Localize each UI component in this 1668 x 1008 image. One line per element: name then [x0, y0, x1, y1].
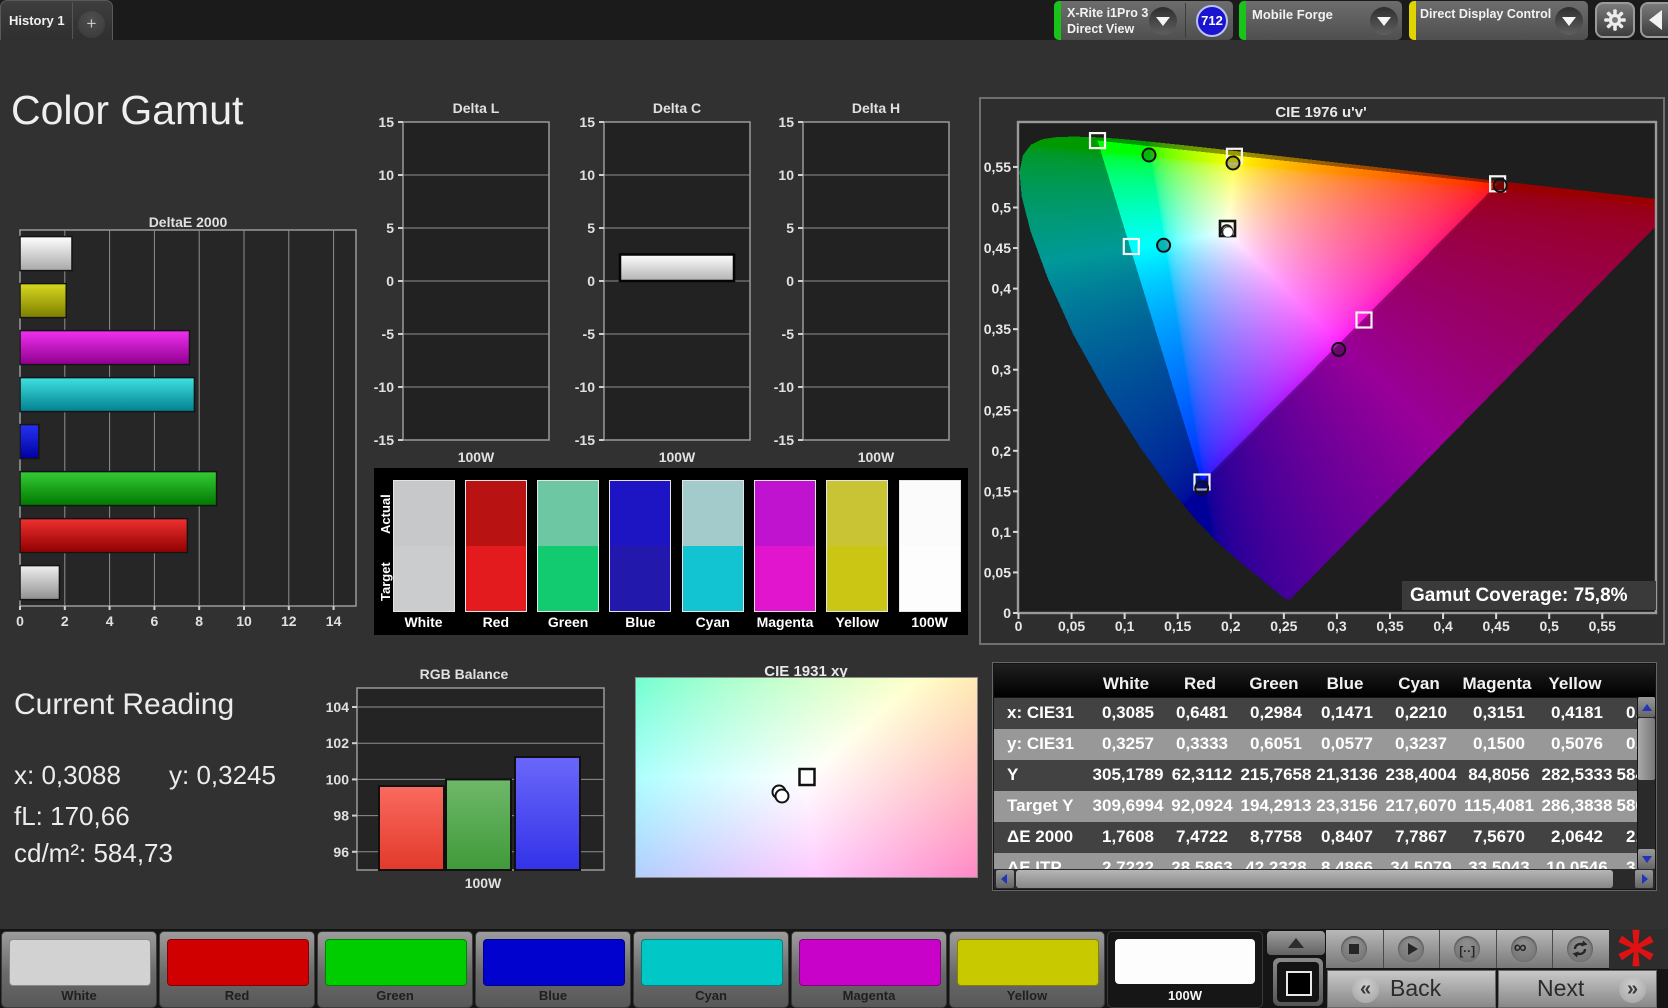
svg-text:-10: -10	[575, 379, 595, 395]
svg-text:15: 15	[378, 114, 394, 130]
svg-text:0: 0	[1003, 605, 1011, 621]
svg-text:RGB Balance: RGB Balance	[420, 666, 509, 682]
svg-text:Delta L: Delta L	[453, 100, 500, 116]
svg-text:0: 0	[386, 273, 394, 289]
svg-text:0,55: 0,55	[1589, 618, 1616, 634]
svg-text:0,1: 0,1	[992, 524, 1012, 540]
svg-text:5: 5	[386, 220, 394, 236]
svg-text:Delta H: Delta H	[852, 100, 900, 116]
svg-text:98: 98	[333, 808, 349, 824]
svg-text:0,15: 0,15	[1164, 618, 1191, 634]
svg-text:5: 5	[786, 220, 794, 236]
svg-text:0,2: 0,2	[992, 443, 1012, 459]
svg-text:-5: -5	[583, 326, 596, 342]
svg-text:104: 104	[326, 699, 350, 715]
svg-text:0,3: 0,3	[1327, 618, 1347, 634]
svg-text:0,2: 0,2	[1221, 618, 1241, 634]
svg-text:0,1: 0,1	[1115, 618, 1135, 634]
svg-text:100W: 100W	[465, 875, 502, 891]
svg-text:0,4: 0,4	[992, 281, 1012, 297]
svg-text:0,15: 0,15	[984, 483, 1011, 499]
svg-text:4: 4	[106, 613, 114, 629]
svg-text:-15: -15	[774, 432, 794, 448]
svg-text:10: 10	[778, 167, 794, 183]
svg-text:0,55: 0,55	[984, 159, 1011, 175]
svg-text:0,3: 0,3	[992, 362, 1012, 378]
svg-text:0,45: 0,45	[984, 240, 1011, 256]
svg-text:6: 6	[151, 613, 159, 629]
svg-text:0: 0	[786, 273, 794, 289]
svg-text:-5: -5	[382, 326, 395, 342]
svg-text:0,5: 0,5	[992, 200, 1012, 216]
svg-text:0,35: 0,35	[1376, 618, 1403, 634]
svg-text:100: 100	[326, 771, 350, 787]
svg-text:10: 10	[236, 613, 252, 629]
svg-text:0: 0	[1015, 618, 1023, 634]
svg-text:96: 96	[333, 844, 349, 860]
svg-text:0: 0	[587, 273, 595, 289]
svg-text:Delta C: Delta C	[653, 100, 701, 116]
svg-text:-10: -10	[774, 379, 794, 395]
svg-text:0,25: 0,25	[984, 402, 1011, 418]
svg-text:100W: 100W	[659, 449, 696, 465]
svg-text:5: 5	[587, 220, 595, 236]
svg-text:12: 12	[281, 613, 297, 629]
svg-text:CIE 1976 u'v': CIE 1976 u'v'	[1275, 104, 1366, 121]
svg-text:15: 15	[579, 114, 595, 130]
svg-text:0: 0	[16, 613, 24, 629]
svg-text:10: 10	[579, 167, 595, 183]
svg-text:100W: 100W	[458, 449, 495, 465]
svg-text:2: 2	[61, 613, 69, 629]
svg-text:8: 8	[195, 613, 203, 629]
svg-text:0,45: 0,45	[1483, 618, 1510, 634]
svg-text:102: 102	[326, 735, 350, 751]
svg-text:-5: -5	[782, 326, 795, 342]
svg-text:14: 14	[326, 613, 342, 629]
svg-text:0,25: 0,25	[1270, 618, 1297, 634]
svg-text:0,35: 0,35	[984, 321, 1011, 337]
svg-text:-15: -15	[575, 432, 595, 448]
svg-text:-15: -15	[374, 432, 394, 448]
svg-text:Gamut Coverage: 75,8%: Gamut Coverage: 75,8%	[1410, 585, 1628, 606]
svg-text:100W: 100W	[858, 449, 895, 465]
svg-text:0,5: 0,5	[1539, 618, 1559, 634]
svg-text:DeltaE 2000: DeltaE 2000	[149, 214, 228, 230]
svg-text:0,05: 0,05	[984, 564, 1011, 580]
svg-text:10: 10	[378, 167, 394, 183]
svg-text:0,4: 0,4	[1433, 618, 1453, 634]
svg-text:-10: -10	[374, 379, 394, 395]
svg-text:0,05: 0,05	[1058, 618, 1085, 634]
svg-text:15: 15	[778, 114, 794, 130]
